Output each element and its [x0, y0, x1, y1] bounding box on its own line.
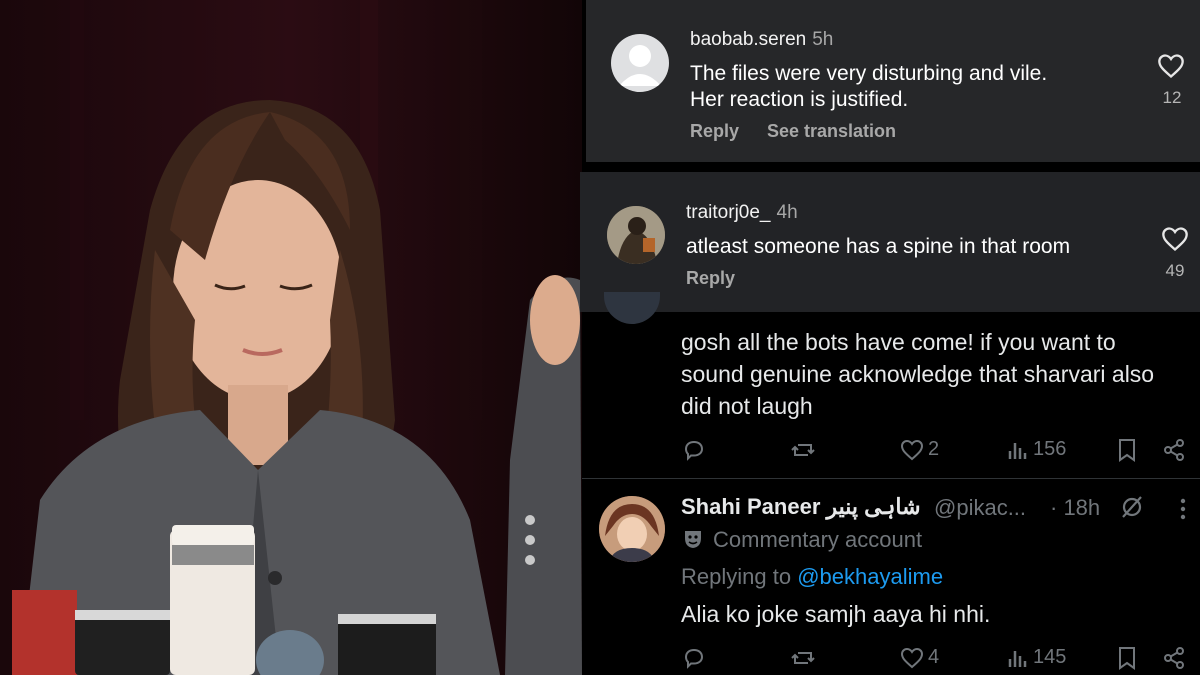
repost-icon: [791, 444, 815, 456]
like-count: 49: [1165, 261, 1185, 280]
repost-action[interactable]: [790, 438, 816, 462]
heart-outline-icon: [900, 647, 924, 668]
heart-icon[interactable]: [1161, 226, 1189, 252]
view-count: 145: [1033, 646, 1067, 668]
commentary-badge: Commentary account: [713, 527, 923, 552]
handle[interactable]: @pikac...: [934, 495, 1026, 521]
replying-to-line: Replying to @bekhayalime: [681, 564, 943, 590]
comment-username[interactable]: baobab.seren 5h: [690, 29, 833, 51]
comment-icon: [684, 648, 704, 669]
tweet-divider: [582, 478, 1200, 479]
ig-comment-1: baobab.seren 5h The files were very distu…: [586, 0, 1200, 162]
share-icon: [1164, 439, 1184, 461]
share-action[interactable]: [1162, 438, 1186, 462]
repost-action[interactable]: [790, 646, 816, 670]
like-count: 2: [928, 438, 940, 460]
comment-text: The files were very disturbing and vile.…: [690, 61, 1047, 113]
bookmark-action[interactable]: [1117, 646, 1137, 670]
views-action[interactable]: 156: [1007, 438, 1066, 461]
avatar-user[interactable]: [607, 206, 665, 264]
reply-action[interactable]: [682, 646, 706, 670]
username-text[interactable]: baobab.seren: [690, 29, 806, 50]
analytics-icon: [1008, 650, 1027, 667]
see-translation-button[interactable]: See translation: [767, 121, 896, 142]
replying-to-link[interactable]: @bekhayalime: [797, 564, 943, 589]
tweet-avatar[interactable]: [599, 496, 665, 562]
tweet-text: gosh all the bots have come! if you want…: [681, 326, 1154, 422]
heart-icon[interactable]: [1157, 53, 1185, 79]
bookmark-icon: [1119, 647, 1135, 670]
reply-action[interactable]: [682, 438, 706, 462]
theater-masks-icon: [685, 531, 701, 548]
ig-comment-2: traitorj0e_ 4h atleast someone has a spin…: [580, 172, 1200, 312]
like-count: 12: [1162, 88, 1182, 107]
avatar-photo-icon: [607, 206, 665, 264]
user-silhouette-icon: [619, 45, 661, 86]
tweet-line-1: gosh all the bots have come! if you want…: [681, 329, 1116, 355]
views-action[interactable]: 145: [1007, 646, 1066, 669]
bookmark-icon: [1119, 439, 1135, 462]
like-count: 4: [928, 646, 940, 668]
more-options-icon[interactable]: [1178, 497, 1188, 521]
avatar-partial: [604, 292, 660, 324]
comment-line-2: Her reaction is justified.: [690, 88, 909, 111]
comment-line-1: The files were very disturbing and vile.: [690, 62, 1048, 85]
tweet-line-3: did not laugh: [681, 393, 813, 419]
reply-button[interactable]: Reply: [690, 121, 739, 142]
grok-icon[interactable]: [1119, 494, 1145, 520]
anime-avatar-icon: [599, 496, 665, 562]
share-icon: [1164, 647, 1184, 669]
like-action[interactable]: 4: [900, 646, 939, 669]
comment-time: 5h: [812, 29, 834, 50]
view-count: 156: [1033, 438, 1067, 460]
like-action[interactable]: 2: [900, 438, 939, 461]
reply-button[interactable]: Reply: [686, 268, 735, 289]
comment-text: atleast someone has a spine in that room: [686, 235, 1071, 258]
display-name[interactable]: Shahi Paneer شاہی پنیر: [681, 494, 921, 520]
comment-icon: [684, 440, 704, 461]
woman-photo-illustration: [0, 0, 582, 675]
repost-icon: [791, 652, 815, 664]
heart-outline-icon: [900, 439, 924, 460]
avatar-default[interactable]: [611, 34, 669, 92]
tweet-text: Alia ko joke samjh aaya hi nhi.: [681, 601, 991, 627]
comment-time: 4h: [776, 202, 798, 223]
username-text[interactable]: traitorj0e_: [686, 202, 771, 223]
analytics-icon: [1008, 442, 1027, 459]
photo-panel: [0, 0, 582, 675]
tweet-line-2: sound genuine acknowledge that sharvari …: [681, 361, 1155, 387]
replying-prefix: Replying to: [681, 564, 792, 589]
bookmark-action[interactable]: [1117, 438, 1137, 462]
tweet-time[interactable]: · 18h: [1050, 495, 1100, 521]
share-action[interactable]: [1162, 646, 1186, 670]
comment-username[interactable]: traitorj0e_ 4h: [686, 202, 798, 224]
